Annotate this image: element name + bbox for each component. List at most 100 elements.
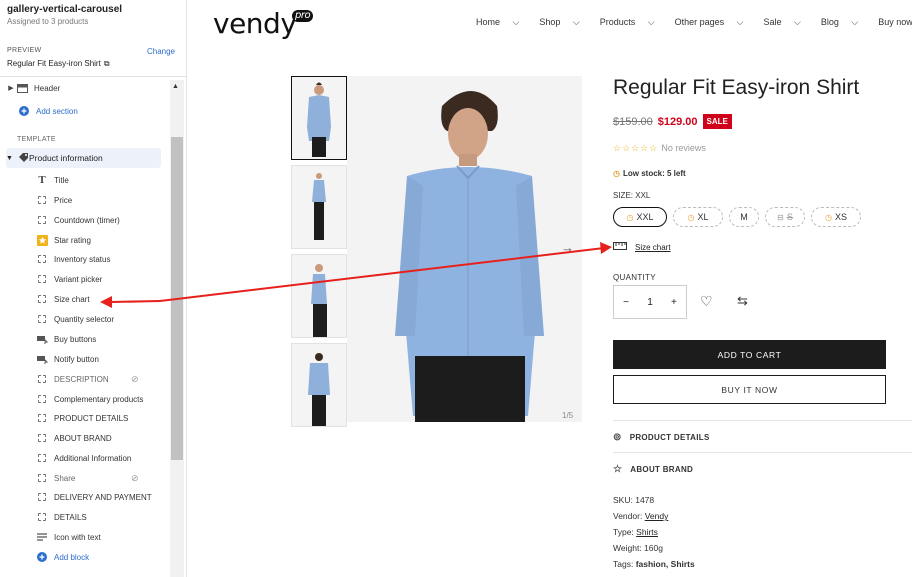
main-product-image[interactable] bbox=[347, 76, 582, 422]
nav-item-products[interactable]: Products ⌵ bbox=[600, 17, 665, 28]
gallery-thumbnail[interactable] bbox=[291, 165, 347, 249]
eye-hidden-icon[interactable]: ⊘ bbox=[131, 374, 139, 385]
block-label: Price bbox=[54, 195, 73, 205]
buy-now-button[interactable]: BUY IT NOW bbox=[613, 375, 886, 404]
size-chart-link[interactable]: Size chart bbox=[613, 242, 671, 252]
change-preview-link[interactable]: Change bbox=[147, 47, 175, 56]
block-item-description[interactable]: DESCRIPTION ⊘ bbox=[36, 370, 139, 388]
add-section-button[interactable]: Add section bbox=[18, 102, 78, 120]
block-item-quantity-selector[interactable]: Quantity selector bbox=[36, 310, 114, 328]
block-item-star-rating[interactable]: Star rating bbox=[36, 231, 91, 249]
size-option-label: XS bbox=[834, 212, 847, 222]
block-item-size-chart[interactable]: Size chart bbox=[36, 290, 90, 308]
template-section-label: TEMPLATE bbox=[17, 136, 56, 143]
block-label: DELIVERY AND PAYMENT bbox=[54, 492, 152, 502]
nav-item-home[interactable]: Home ⌵ bbox=[476, 17, 529, 28]
nav-item-shop[interactable]: Shop ⌵ bbox=[539, 17, 589, 28]
type-link[interactable]: Shirts bbox=[636, 527, 658, 537]
quantity-decrease-button[interactable]: − bbox=[623, 297, 629, 308]
block-item-about-brand[interactable]: ABOUT BRAND bbox=[36, 429, 112, 447]
block-label: Countdown (timer) bbox=[54, 215, 120, 225]
product-title: Regular Fit Easy-iron Shirt bbox=[613, 76, 860, 99]
add-section-label: Add section bbox=[36, 106, 78, 116]
gallery-thumbnail[interactable] bbox=[291, 76, 347, 160]
compare-icon[interactable]: ⇆ bbox=[737, 293, 748, 309]
chevron-down-icon: ⌵ bbox=[647, 17, 655, 27]
tags-value[interactable]: fashion, Shirts bbox=[636, 559, 695, 569]
add-block-button[interactable]: Add block bbox=[36, 548, 89, 566]
block-item-product-details[interactable]: PRODUCT DETAILS bbox=[36, 409, 128, 427]
heart-icon[interactable]: ♡ bbox=[700, 293, 713, 310]
block-item-price[interactable]: Price bbox=[36, 191, 72, 209]
gallery-thumbnail[interactable] bbox=[291, 254, 347, 338]
vendor-link[interactable]: Vendy bbox=[645, 511, 669, 521]
nav-item-other-pages[interactable]: Other pages ⌵ bbox=[675, 17, 754, 28]
next-image-arrow-icon[interactable]: → bbox=[561, 240, 574, 255]
block-item-variant-picker[interactable]: Variant picker bbox=[36, 270, 102, 288]
accordion-about-brand[interactable]: ☆ ABOUT BRAND bbox=[613, 452, 912, 485]
plus-circle-icon bbox=[18, 105, 30, 117]
nav-item-sale[interactable]: Sale ⌵ bbox=[763, 17, 810, 28]
caret-right-icon[interactable]: ▶ bbox=[6, 84, 16, 92]
meta-label: Vendor: bbox=[613, 511, 643, 521]
size-option-label: XXL bbox=[636, 212, 654, 222]
shirt-model-front-image bbox=[292, 77, 346, 159]
block-item-icon-with-text[interactable]: Icon with text bbox=[36, 528, 101, 546]
block-label: Icon with text bbox=[54, 532, 101, 542]
accordion-product-details[interactable]: ⊚ PRODUCT DETAILS bbox=[613, 420, 912, 453]
star-rating[interactable]: ☆☆☆☆☆ No reviews bbox=[613, 143, 706, 154]
nav-label: Other pages bbox=[674, 17, 725, 27]
add-block-label: Add block bbox=[54, 552, 90, 562]
stock-text: Low stock: 5 left bbox=[622, 169, 686, 178]
block-label: ABOUT BRAND bbox=[54, 433, 112, 443]
nav-label: Shop bbox=[539, 17, 561, 27]
block-icon bbox=[36, 491, 48, 503]
block-item-details[interactable]: DETAILS bbox=[36, 508, 87, 526]
quantity-increase-button[interactable]: + bbox=[671, 297, 677, 308]
tag-icon bbox=[18, 152, 29, 165]
size-option-xxl[interactable]: ◷ XXL bbox=[613, 207, 667, 227]
meta-value: 160g bbox=[644, 543, 663, 553]
block-item-delivery-and-payment[interactable]: DELIVERY AND PAYMENT bbox=[36, 488, 152, 506]
nav-item-blog[interactable]: Blog ⌵ bbox=[821, 17, 868, 28]
price-row: $159.00 $129.00 SALE bbox=[613, 114, 732, 129]
quantity-value[interactable]: 1 bbox=[647, 297, 653, 308]
size-option-s[interactable]: ⊟ S bbox=[765, 207, 805, 227]
block-icon bbox=[36, 253, 48, 265]
block-item-title[interactable]: T Title bbox=[36, 171, 69, 189]
nav-item-buy-now[interactable]: Buy now! bbox=[878, 17, 912, 28]
block-item-share[interactable]: Share ⊘ bbox=[36, 469, 139, 487]
nav-label: Blog bbox=[820, 17, 839, 27]
size-label: SIZE: XXL bbox=[613, 191, 651, 200]
caret-down-icon[interactable]: ▼ bbox=[6, 155, 18, 162]
block-item-complementary-products[interactable]: Complementary products bbox=[36, 390, 143, 408]
block-label: Inventory status bbox=[54, 254, 111, 264]
scroll-up-arrow-icon[interactable]: ▲ bbox=[172, 83, 179, 90]
shirt-model-full-image bbox=[292, 166, 346, 248]
block-item-additional-information[interactable]: Additional Information bbox=[36, 449, 131, 467]
block-item-countdown[interactable]: Countdown (timer) bbox=[36, 211, 120, 229]
block-item-buy-buttons[interactable]: Buy buttons bbox=[36, 330, 96, 348]
gallery-thumbnail[interactable] bbox=[291, 343, 347, 427]
sidebar-item-product-information[interactable]: ▼ Product information bbox=[6, 148, 161, 168]
buy-buttons-icon bbox=[36, 353, 48, 365]
block-label: Size chart bbox=[54, 294, 90, 304]
preview-product[interactable]: Regular Fit Easy-iron Shirt ⧉ bbox=[7, 59, 175, 69]
template-assignment: Assigned to 3 products bbox=[7, 17, 89, 26]
sidebar-item-header[interactable]: ▶ Header bbox=[6, 79, 60, 97]
sidebar-scrollbar-thumb[interactable] bbox=[171, 137, 183, 460]
plus-circle-icon bbox=[36, 551, 48, 563]
add-to-cart-button[interactable]: ADD TO CART bbox=[613, 340, 886, 369]
eye-hidden-icon[interactable]: ⊘ bbox=[131, 473, 139, 484]
store-logo[interactable]: vendy pro bbox=[213, 7, 314, 40]
block-icon bbox=[36, 373, 48, 385]
size-option-xs[interactable]: ◷ XS bbox=[811, 207, 861, 227]
block-icon bbox=[36, 273, 48, 285]
clock-icon: ◷ bbox=[626, 212, 634, 222]
block-label: Complementary products bbox=[54, 394, 144, 404]
block-item-notify-button[interactable]: Notify button bbox=[36, 350, 99, 368]
external-link-icon[interactable]: ⧉ bbox=[104, 59, 110, 68]
block-item-inventory-status[interactable]: Inventory status bbox=[36, 250, 110, 268]
size-option-m[interactable]: M bbox=[729, 207, 759, 227]
size-option-xl[interactable]: ◷ XL bbox=[673, 207, 723, 227]
